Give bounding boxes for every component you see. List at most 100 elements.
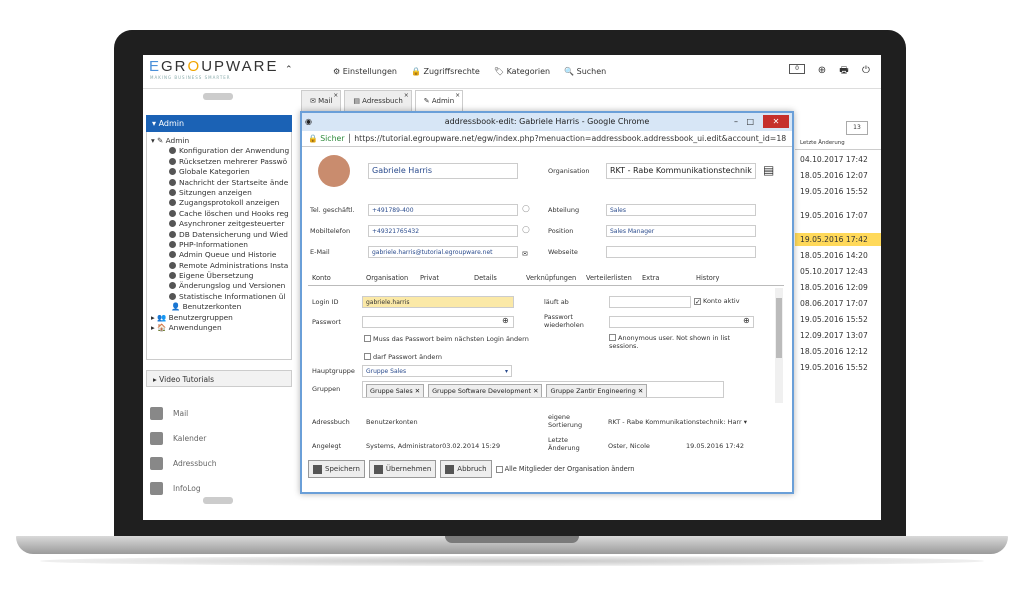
address-bar[interactable]: 🔒 Sicher │ https://tutorial.egroupware.n… bbox=[302, 131, 792, 147]
tel-field[interactable]: +491789-400 bbox=[368, 204, 518, 216]
list-row[interactable]: 19.05.2016 15:52 bbox=[795, 185, 881, 198]
list-row[interactable]: 04.10.2017 17:42 bbox=[795, 153, 881, 166]
list-row[interactable]: 18.05.2016 12:07 bbox=[795, 169, 881, 182]
checkbox[interactable] bbox=[609, 334, 616, 341]
tab-konto[interactable]: Konto bbox=[312, 274, 331, 282]
org-field[interactable]: RKT - Rabe Kommunikationstechnik bbox=[606, 163, 756, 179]
video-tutorials[interactable]: ▸ Video Tutorials bbox=[146, 370, 292, 387]
tab-history[interactable]: History bbox=[696, 274, 719, 282]
tree-group-users[interactable]: 👤 Benutzerkonten bbox=[147, 302, 291, 312]
tree-item[interactable]: Asynchroner zeitgesteuerter bbox=[147, 219, 291, 229]
mobile-field[interactable]: +49321765432 bbox=[368, 225, 518, 237]
tree-item[interactable]: Statistische Informationen ül bbox=[147, 292, 291, 302]
group-chip[interactable]: Gruppe Sales ✕ bbox=[366, 384, 425, 397]
sidebar-header[interactable]: ▾ Admin bbox=[146, 115, 292, 132]
power-icon[interactable]: ⏻ bbox=[859, 64, 873, 78]
add-icon[interactable]: ⊕ bbox=[815, 64, 829, 78]
password2-field[interactable] bbox=[609, 316, 754, 328]
splitter-handle-bottom[interactable] bbox=[203, 497, 233, 504]
list-row-selected[interactable]: 19.05.2016 17:42 bbox=[795, 233, 881, 246]
tree-item[interactable]: Eigene Übersetzung bbox=[147, 271, 291, 281]
tab-adressbuch[interactable]: ▤ Adressbuch × bbox=[344, 90, 412, 112]
vcard-icon[interactable]: ▤ bbox=[763, 163, 774, 177]
tab-extra[interactable]: Extra bbox=[642, 274, 659, 282]
cancel-button[interactable]: Abbruch bbox=[440, 460, 492, 478]
list-row[interactable]: 19.05.2016 15:52 bbox=[795, 361, 881, 374]
tree-item[interactable]: DB Datensicherung und Wied bbox=[147, 230, 291, 240]
all-members-option[interactable]: Alle Mitglieder der Organisation ändern bbox=[495, 460, 634, 478]
egroupware-logo[interactable]: EGROUPWARE bbox=[149, 58, 278, 75]
tab-mail[interactable]: ✉ Mail × bbox=[301, 90, 342, 112]
checkbox[interactable] bbox=[364, 335, 371, 342]
tab-scrollbar[interactable] bbox=[775, 288, 783, 403]
tab-organisation[interactable]: Organisation bbox=[366, 274, 408, 282]
menu-kategorien[interactable]: 🏷 Kategorien bbox=[494, 67, 550, 76]
own-sort-select[interactable]: RKT - Rabe Kommunikationstechnik: Harr ▾ bbox=[608, 418, 747, 426]
notification-badge[interactable]: 0 bbox=[789, 64, 805, 74]
checkbox[interactable] bbox=[495, 465, 503, 473]
splitter-handle[interactable] bbox=[203, 93, 233, 100]
app-mail[interactable]: Mail bbox=[146, 401, 292, 426]
mail-icon[interactable]: ✉ bbox=[522, 250, 528, 258]
checkbox[interactable] bbox=[364, 353, 371, 360]
tab-admin[interactable]: ✎ Admin × bbox=[414, 90, 464, 112]
list-row[interactable]: 05.10.2017 12:43 bbox=[795, 265, 881, 278]
tree-group-apps[interactable]: ▸ 🏠 Anwendungen bbox=[147, 323, 291, 333]
scrollbar-thumb[interactable] bbox=[776, 298, 782, 358]
must-change-option[interactable]: Muss das Passwort beim nächsten Login än… bbox=[364, 335, 529, 343]
password-field[interactable] bbox=[362, 316, 514, 328]
tab-details[interactable]: Details bbox=[474, 274, 497, 282]
app-adressbuch[interactable]: Adressbuch bbox=[146, 451, 292, 476]
email-field[interactable]: gabriele.harris@tutorial.egroupware.net bbox=[368, 246, 518, 258]
menu-suchen[interactable]: 🔍 Suchen bbox=[564, 67, 606, 76]
tree-item[interactable]: Sitzungen anzeigen bbox=[147, 188, 291, 198]
list-row[interactable]: 18.05.2016 14:20 bbox=[795, 249, 881, 262]
close-icon[interactable]: × bbox=[333, 92, 338, 99]
group-chip[interactable]: Gruppe Zantir Engineering ✕ bbox=[546, 384, 648, 397]
tree-group-groups[interactable]: ▸ 👥 Benutzergruppen bbox=[147, 313, 291, 323]
apply-button[interactable]: Übernehmen bbox=[368, 460, 437, 478]
tree-item[interactable]: Zugangsprotokoll anzeigen bbox=[147, 198, 291, 208]
name-field[interactable]: Gabriele Harris bbox=[368, 163, 518, 179]
radio-icon[interactable]: ○ bbox=[522, 225, 530, 235]
app-kalender[interactable]: Kalender bbox=[146, 426, 292, 451]
collapse-caret-icon[interactable]: ⌃ bbox=[285, 65, 293, 75]
column-header[interactable]: Letzte Änderung bbox=[795, 140, 881, 150]
menu-zugriffsrechte[interactable]: 🔒 Zugriffsrechte bbox=[411, 67, 480, 76]
list-row[interactable]: 18.05.2016 12:12 bbox=[795, 345, 881, 358]
tree-item[interactable]: PHP-Informationen bbox=[147, 240, 291, 250]
print-icon[interactable]: 🖶 bbox=[837, 64, 851, 78]
close-icon[interactable]: × bbox=[404, 92, 409, 99]
primary-group-select[interactable]: Gruppe Sales ▾ bbox=[362, 365, 512, 377]
expires-field[interactable] bbox=[609, 296, 691, 308]
password-generator-icon[interactable]: ⊕ bbox=[502, 316, 509, 325]
account-active-option[interactable]: ✓ Konto aktiv bbox=[694, 297, 740, 306]
close-icon[interactable]: × bbox=[455, 92, 460, 99]
website-field[interactable] bbox=[606, 246, 756, 258]
avatar[interactable] bbox=[318, 155, 350, 187]
tree-item[interactable]: Rücksetzen mehrerer Passwö bbox=[147, 157, 291, 167]
tab-verteilerlisten[interactable]: Verteilerlisten bbox=[586, 274, 632, 282]
minimize-icon[interactable]: – bbox=[734, 113, 738, 131]
radio-icon[interactable]: ○ bbox=[522, 204, 530, 214]
tree-item[interactable]: Admin Queue und Historie bbox=[147, 250, 291, 260]
tab-privat[interactable]: Privat bbox=[420, 274, 439, 282]
checkbox-checked[interactable]: ✓ bbox=[694, 298, 701, 306]
tab-verknuepfungen[interactable]: Verknüpfungen bbox=[526, 274, 576, 282]
group-chip[interactable]: Gruppe Software Development ✕ bbox=[428, 384, 543, 397]
loginid-field[interactable]: gabriele.harris bbox=[362, 296, 514, 308]
password-generator-icon[interactable]: ⊕ bbox=[743, 316, 750, 325]
tree-item[interactable]: Änderungslog und Versionen bbox=[147, 281, 291, 291]
list-row[interactable]: 12.09.2017 13:07 bbox=[795, 329, 881, 342]
maximize-icon[interactable]: □ bbox=[746, 113, 754, 131]
position-field[interactable]: Sales Manager bbox=[606, 225, 756, 237]
list-row[interactable]: 19.05.2016 15:52 bbox=[795, 313, 881, 326]
menu-einstellungen[interactable]: ⚙ Einstellungen bbox=[333, 67, 397, 76]
list-row[interactable]: 19.05.2016 17:07 bbox=[795, 209, 881, 222]
tree-item[interactable]: Cache löschen und Hooks reg bbox=[147, 209, 291, 219]
tree-item[interactable]: Konfiguration der Anwendung bbox=[147, 146, 291, 156]
dept-field[interactable]: Sales bbox=[606, 204, 756, 216]
tree-item[interactable]: Nachricht der Startseite ände bbox=[147, 178, 291, 188]
anonymous-option[interactable]: Anonymous user. Not shown in list sessio… bbox=[609, 334, 749, 350]
may-change-option[interactable]: darf Passwort ändern bbox=[364, 353, 442, 361]
